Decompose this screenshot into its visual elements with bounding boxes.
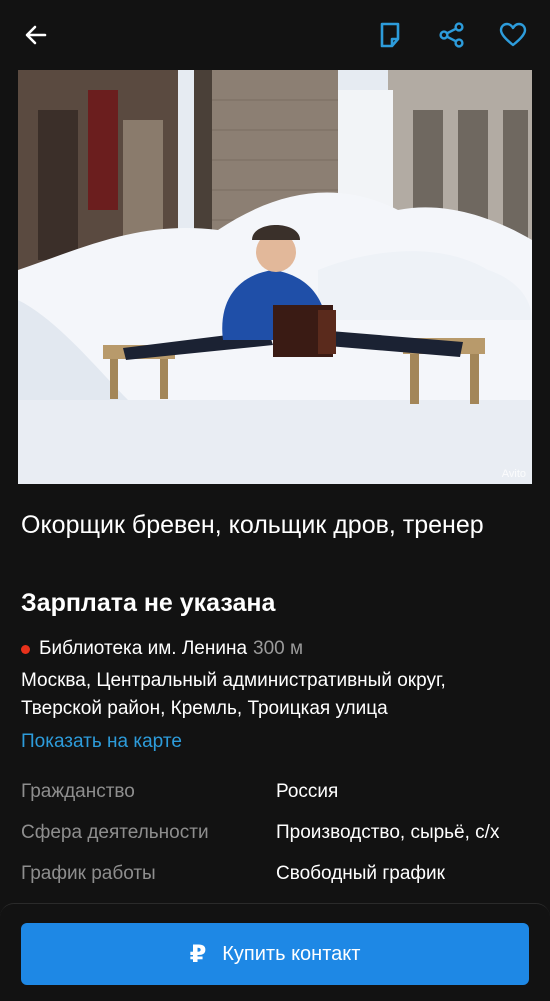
note-button[interactable] [370,15,410,55]
metro-line-dot-icon [21,644,30,654]
photo-illustration [18,70,532,484]
show-on-map-link[interactable]: Показать на карте [21,729,182,755]
param-key: График работы [21,863,156,884]
param-value: Свободный график [276,863,445,884]
param-value: Производство, сырьё, с/х [276,822,500,843]
favorite-button[interactable] [493,15,533,55]
params-list: Гражданство Россия Сфера деятельности Пр… [21,778,531,901]
share-icon [439,22,464,48]
param-row: График работы Свободный график [21,860,531,901]
photo-watermark: Avito [501,468,526,480]
buy-contact-button[interactable]: ₽ Купить контакт [21,923,529,985]
back-arrow-icon [25,25,47,45]
metro-distance: 300 м [253,638,304,659]
heart-icon [499,22,527,47]
param-key: Гражданство [21,781,135,802]
param-value: Россия [276,781,339,802]
metro-line: Библиотека им. Ленина 300 м [21,637,303,661]
listing-salary: Зарплата не указана [21,589,276,617]
address: Москва, Центральный административный окр… [21,670,446,719]
back-button[interactable] [16,15,56,55]
note-icon [380,22,400,48]
param-row: Сфера деятельности Производство, сырьё, … [21,819,531,860]
listing-title: Окорщик бревен, кольщик дров, тренер [21,511,484,539]
top-app-bar [0,0,550,70]
metro-station: Библиотека им. Ленина [39,638,248,659]
ruble-icon: ₽ [189,940,207,968]
param-row: Гражданство Россия [21,778,531,819]
bottom-action-bar: ₽ Купить контакт [0,903,550,1001]
buy-contact-label: Купить контакт [222,942,361,965]
param-key: Сфера деятельности [21,822,209,843]
listing-photo[interactable]: Avito [18,70,532,484]
share-button[interactable] [432,15,472,55]
